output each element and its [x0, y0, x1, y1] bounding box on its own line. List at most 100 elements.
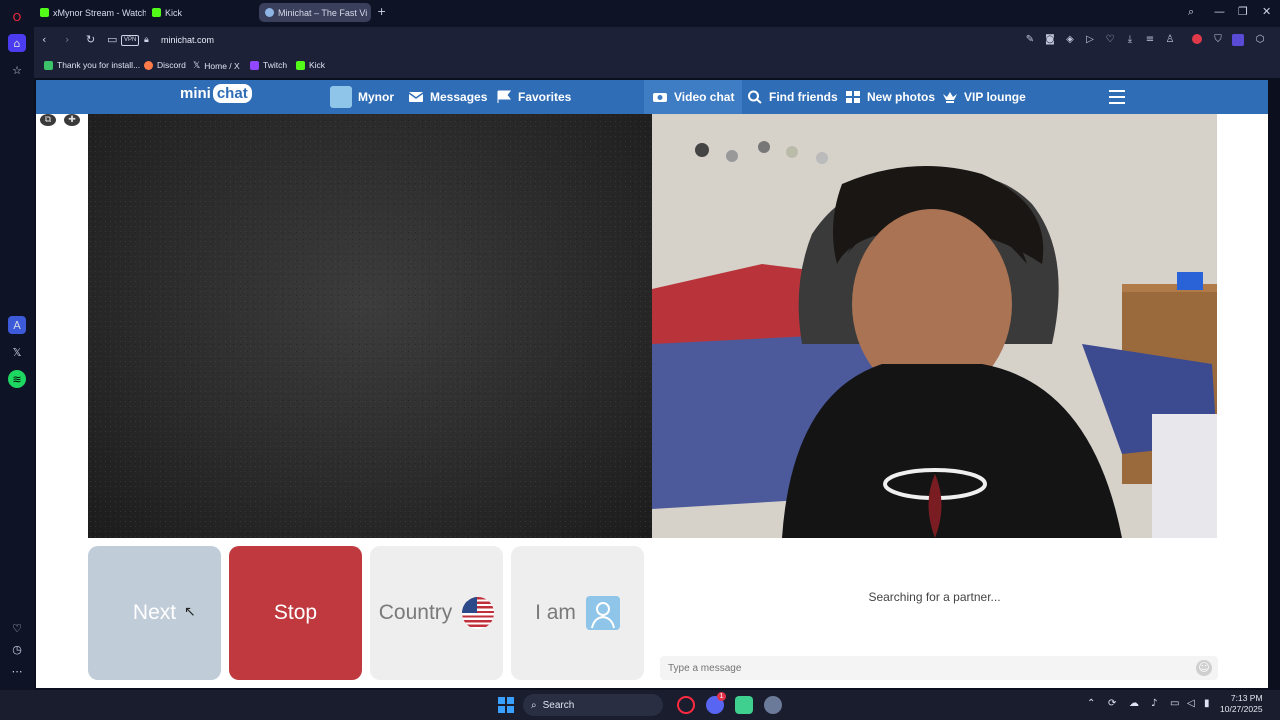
next-label: Next: [132, 601, 177, 624]
kick-favicon-icon: [40, 8, 49, 17]
close-icon[interactable]: ✕: [1262, 5, 1271, 18]
tab-view-icon[interactable]: ▭: [107, 33, 117, 46]
minichat-logo[interactable]: mini chat: [180, 84, 252, 103]
page: mini chat Mynor Messages Favorites Video…: [36, 80, 1268, 688]
stop-label: Stop: [273, 601, 318, 624]
x-icon[interactable]: 𝕏: [8, 343, 26, 361]
new-tab-button[interactable]: +: [377, 5, 386, 18]
mic-icon[interactable]: ♪: [1151, 698, 1157, 709]
country-button[interactable]: Country: [370, 546, 503, 680]
tab-minichat[interactable]: Minichat – The Fast Vi: [259, 3, 371, 22]
next-button[interactable]: Next: [88, 546, 221, 680]
discord-app-icon[interactable]: 1: [706, 692, 726, 714]
nav-vip-lounge[interactable]: VIP lounge: [942, 80, 1026, 114]
tab-label: xMynor Stream - Watch Li: [53, 7, 146, 18]
stop-button[interactable]: Stop: [229, 546, 362, 680]
url-field[interactable]: minichat.com: [161, 35, 214, 45]
sync-icon[interactable]: ⟳: [1108, 698, 1116, 709]
kick-favicon-icon: [152, 8, 161, 17]
bookmark-star-icon[interactable]: ☆: [8, 61, 26, 79]
lock-icon: 🔒︎: [144, 35, 149, 45]
tab-kick[interactable]: Kick: [146, 3, 256, 22]
avatar: [330, 86, 352, 108]
vpn-badge[interactable]: VPN: [121, 35, 140, 46]
menu-lines-icon[interactable]: ≡: [1144, 34, 1156, 46]
forward-icon[interactable]: ›: [65, 33, 69, 46]
volume-icon[interactable]: ◁: [1187, 698, 1195, 709]
spotify-icon[interactable]: ≋: [8, 370, 26, 388]
history-icon[interactable]: ◷: [8, 640, 26, 658]
extension-shield-icon[interactable]: ⛉: [1212, 34, 1224, 46]
nav-find-friends-label: Find friends: [769, 90, 838, 104]
display-icon[interactable]: ▭: [1170, 698, 1179, 709]
mouse-cursor-icon: ↖: [184, 604, 196, 620]
battery-icon[interactable]: ▮: [1204, 698, 1210, 709]
bookmark-label: Kick: [309, 60, 326, 70]
tab-label: Minichat – The Fast Vi: [278, 7, 368, 18]
clock[interactable]: 7:13 PM 10/27/2025: [1220, 693, 1263, 715]
site-header: mini chat Mynor Messages Favorites Video…: [36, 80, 1268, 114]
search-tabs-icon[interactable]: ⌕: [1188, 5, 1194, 19]
reload-icon[interactable]: ↻: [86, 33, 95, 46]
cloud-icon[interactable]: ☁: [1129, 698, 1139, 709]
clock-time: 7:13 PM: [1230, 693, 1263, 703]
message-input[interactable]: [660, 656, 1218, 680]
maximize-icon[interactable]: ❐: [1238, 5, 1248, 18]
logo-mini-text: mini: [180, 85, 211, 102]
report-icon[interactable]: ⧉: [40, 114, 56, 126]
extensions-cube-icon[interactable]: ⬡: [1254, 34, 1266, 46]
edit-icon[interactable]: ✎: [1024, 34, 1036, 46]
green-app-icon[interactable]: [735, 696, 753, 714]
favorite-icon[interactable]: ♡: [1104, 34, 1116, 46]
more-icon[interactable]: ⋯: [8, 662, 26, 680]
home-icon[interactable]: ⌂: [8, 34, 26, 52]
address-bar: ‹ › ↻ ▭ VPN 🔒︎ minichat.com ✎ ◙ ◈ ▷ ♡ ⤓ …: [34, 27, 1280, 54]
settings-icon[interactable]: ✚: [64, 114, 80, 126]
nav-vip-label: VIP lounge: [964, 90, 1026, 104]
twitch-icon: [250, 60, 259, 70]
heart-icon[interactable]: ♡: [8, 619, 26, 637]
bookmark-item[interactable]: Discord: [144, 60, 186, 70]
bookmark-label: Discord: [157, 60, 186, 70]
nav-favorites[interactable]: Favorites: [496, 80, 571, 114]
nav-profile[interactable]: Mynor: [330, 80, 394, 114]
nav-new-photos[interactable]: New photos: [845, 80, 935, 114]
shield-check-icon[interactable]: ◈: [1064, 34, 1076, 46]
partner-video: [88, 114, 652, 538]
opera-logo-icon[interactable]: O: [8, 8, 26, 26]
back-icon[interactable]: ‹: [42, 33, 46, 46]
bookmark-item[interactable]: Kick: [296, 60, 325, 70]
taskbar-search[interactable]: ⌕ Search: [523, 694, 663, 716]
camera-icon[interactable]: ◙: [1044, 34, 1056, 46]
crown-icon: [943, 92, 957, 103]
minimize-icon[interactable]: —: [1214, 5, 1225, 18]
bookmark-item[interactable]: Twitch: [250, 60, 287, 70]
aria-icon[interactable]: A: [8, 316, 26, 334]
play-icon[interactable]: ▷: [1084, 34, 1096, 46]
tab-xmynor-stream[interactable]: xMynor Stream - Watch Li: [34, 3, 146, 22]
iam-label: I am: [535, 601, 576, 624]
opera-app-icon[interactable]: [677, 696, 695, 714]
emoji-icon[interactable]: ☺: [1196, 660, 1212, 676]
nav-find-friends[interactable]: Find friends: [747, 80, 838, 114]
search-status: Searching for a partner...: [868, 590, 1001, 604]
extension-purple-icon[interactable]: [1232, 34, 1244, 46]
bookmark-item[interactable]: Thank you for install...: [44, 60, 140, 70]
tab-label: Kick: [165, 7, 183, 18]
settings-app-icon[interactable]: [764, 696, 782, 714]
windows-start-icon[interactable]: [498, 697, 514, 713]
search-icon: ⌕: [531, 699, 537, 711]
nav-messages[interactable]: Messages: [408, 80, 487, 114]
bookmark-item[interactable]: 𝕏 Home / X: [193, 60, 240, 71]
logo-chat-text: chat: [212, 84, 252, 103]
iam-button[interactable]: I am: [511, 546, 644, 680]
profile-icon[interactable]: ♙: [1164, 34, 1176, 46]
tray-chevron-icon[interactable]: ⌃: [1087, 698, 1095, 709]
hamburger-menu-icon[interactable]: [1109, 90, 1125, 104]
envelope-icon: [408, 92, 424, 102]
browser-sidebar: O ⌂ ☆ A 𝕏 ≋ ♡ ◷ ⋯: [0, 0, 34, 690]
nav-video-chat[interactable]: Video chat: [644, 80, 743, 114]
download-icon[interactable]: ⤓: [1124, 34, 1136, 46]
extension-red-icon[interactable]: [1192, 34, 1202, 44]
grid-icon: [846, 91, 860, 103]
